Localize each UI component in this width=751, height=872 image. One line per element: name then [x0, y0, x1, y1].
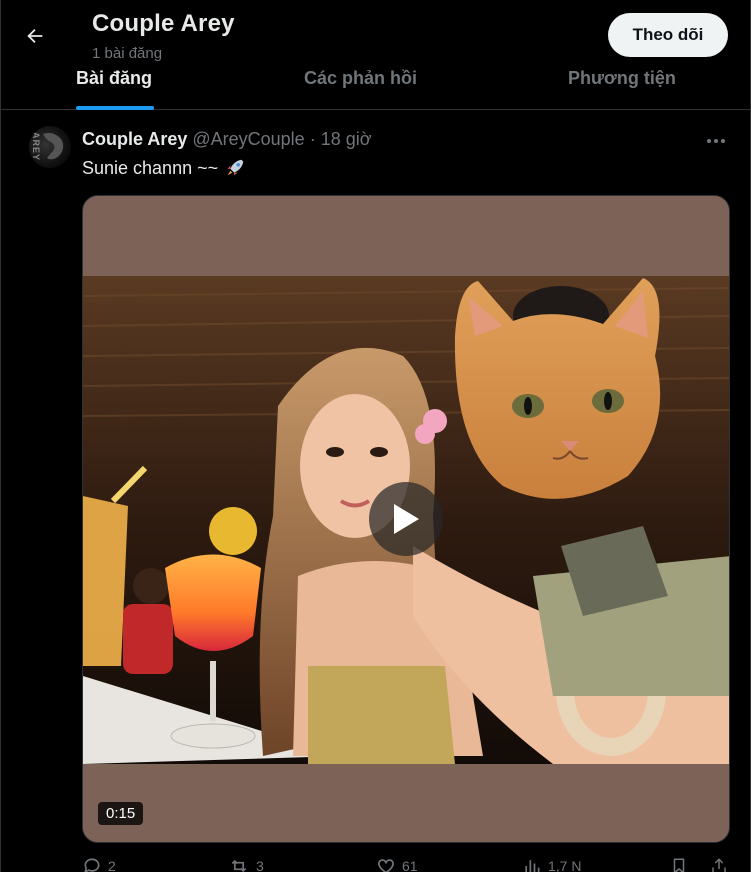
author-handle[interactable]: @AreyCouple: [192, 129, 304, 150]
bookmark-button[interactable]: [670, 856, 688, 872]
heart-icon: [378, 859, 394, 872]
profile-title: Couple Arey: [92, 10, 235, 37]
repost-button[interactable]: 3: [228, 856, 264, 872]
tab-label: Phương tiện: [568, 68, 676, 88]
post-text: Sunie channn ~~: [82, 157, 246, 179]
post-item[interactable]: AREY Couple Arey @AreyCouple · 18 giờ Su…: [1, 111, 750, 872]
avatar[interactable]: AREY: [29, 126, 71, 168]
separator-dot: ·: [309, 129, 316, 149]
tab-label: Bài đăng: [76, 68, 153, 88]
play-icon: [394, 504, 419, 534]
like-button[interactable]: 61: [376, 856, 418, 872]
views-button[interactable]: 1,7 N: [522, 856, 581, 872]
reply-button[interactable]: 2: [82, 856, 116, 872]
reply-icon: [84, 858, 100, 872]
more-options-button[interactable]: [704, 131, 728, 151]
share-icon: [712, 858, 726, 872]
tab-replies[interactable]: Các phản hồi: [304, 60, 417, 110]
active-tab-indicator: [76, 106, 154, 110]
bar-chart-icon: [525, 860, 540, 872]
more-horizontal-icon: [707, 139, 725, 143]
tab-media[interactable]: Phương tiện: [568, 60, 676, 110]
post-header: Couple Arey @AreyCouple · 18 giờ: [82, 129, 372, 150]
play-button[interactable]: [369, 482, 443, 556]
reply-count: 2: [108, 858, 116, 872]
post-actions: 2 3 61 1,7 N: [82, 856, 730, 872]
author-name[interactable]: Couple Arey: [82, 129, 187, 150]
tab-posts[interactable]: Bài đăng: [76, 60, 154, 110]
like-count: 61: [402, 858, 418, 872]
profile-header: Couple Arey 1 bài đăng Theo dõi Bài đăng…: [1, 0, 750, 110]
follow-button[interactable]: Theo dõi: [608, 13, 728, 57]
profile-tabs: Bài đăng Các phản hồi Phương tiện: [1, 60, 750, 110]
repost-count: 3: [256, 858, 264, 872]
bookmark-icon: [673, 858, 685, 872]
app-window: Couple Arey 1 bài đăng Theo dõi Bài đăng…: [0, 0, 751, 872]
arrow-left-icon: [27, 28, 43, 44]
video-player[interactable]: 0:15: [82, 195, 730, 843]
view-count: 1,7 N: [548, 858, 582, 872]
post-body: Sunie channn ~~: [82, 157, 219, 178]
tab-label: Các phản hồi: [304, 68, 418, 88]
share-button[interactable]: [710, 856, 728, 872]
rocket-icon: [227, 159, 244, 176]
post-timestamp[interactable]: 18 giờ: [321, 129, 372, 150]
repost-icon: [231, 859, 247, 872]
back-button[interactable]: [19, 20, 51, 52]
avatar-text: AREY: [31, 132, 41, 162]
video-duration-badge: 0:15: [98, 802, 144, 825]
